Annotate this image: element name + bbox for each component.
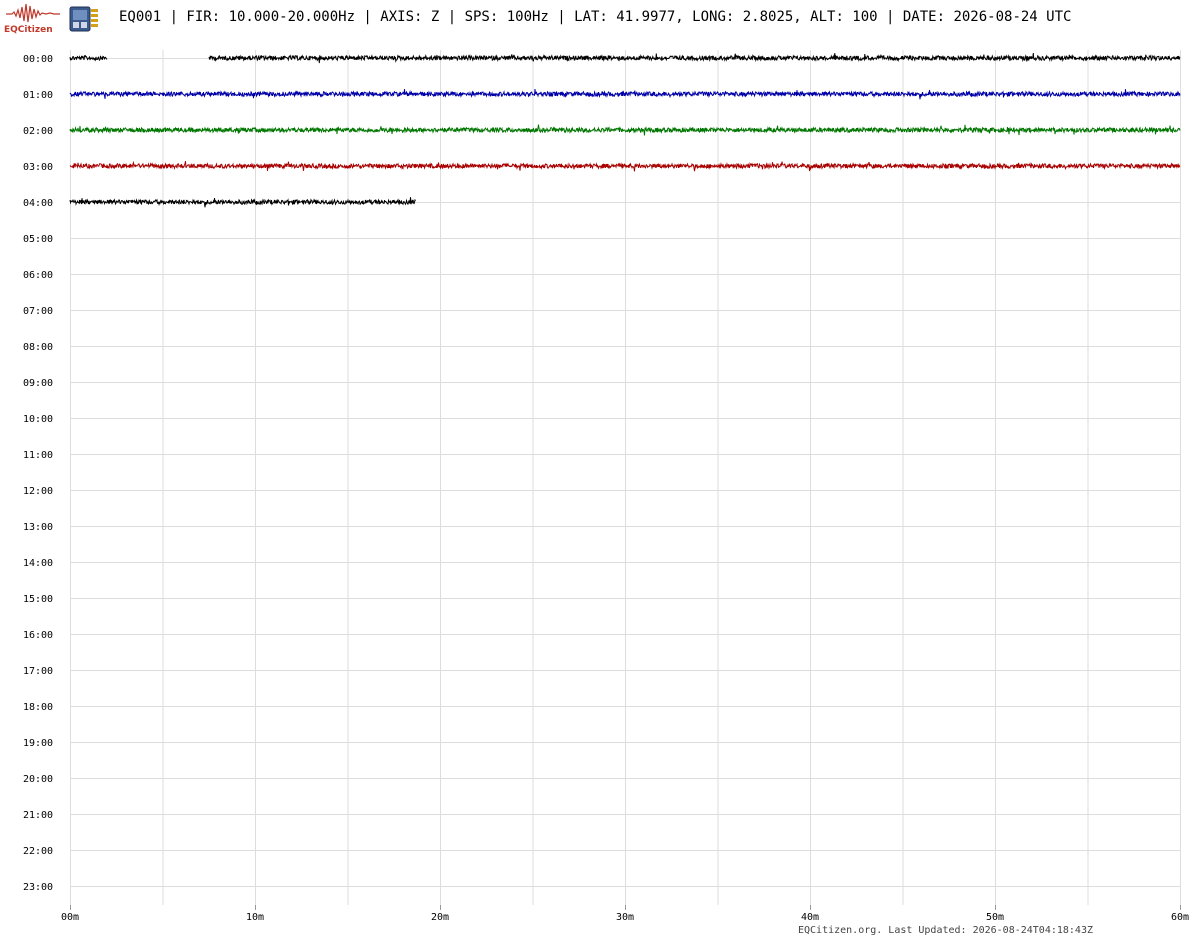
y-tick-label: 11:00: [23, 450, 53, 461]
y-tick-label: 19:00: [23, 738, 53, 749]
y-tick-label: 15:00: [23, 594, 53, 605]
y-tick-label: 09:00: [23, 378, 53, 389]
y-tick-label: 21:00: [23, 810, 53, 821]
y-tick-label: 04:00: [23, 198, 53, 209]
y-tick-label: 23:00: [23, 882, 53, 893]
y-tick-label: 18:00: [23, 702, 53, 713]
y-tick-label: 12:00: [23, 486, 53, 497]
seismic-trace: [69, 54, 108, 62]
y-tick-label: 16:00: [23, 630, 53, 641]
x-tick-label: 50m: [986, 912, 1004, 923]
y-tick-label: 22:00: [23, 846, 53, 857]
last-updated-footer: EQCitizen.org. Last Updated: 2026-08-24T…: [797, 925, 1093, 936]
y-tick-label: 08:00: [23, 342, 53, 353]
x-tick-label: 20m: [431, 912, 449, 923]
x-tick-label: 30m: [616, 912, 634, 923]
y-tick-label: 02:00: [23, 126, 53, 137]
y-tick-label: 00:00: [23, 54, 53, 65]
y-tick-label: 13:00: [23, 522, 53, 533]
y-tick-label: 14:00: [23, 558, 53, 569]
y-tick-label: 17:00: [23, 666, 53, 677]
x-tick-label: 10m: [246, 912, 264, 923]
x-tick-label: 60m: [1171, 912, 1189, 923]
x-tick-label: 40m: [801, 912, 819, 923]
y-tick-label: 06:00: [23, 270, 53, 281]
x-tick-label: 00m: [61, 912, 79, 923]
seismic-trace: [208, 53, 1181, 64]
y-tick-label: 20:00: [23, 774, 53, 785]
y-tick-label: 05:00: [23, 234, 53, 245]
y-tick-label: 10:00: [23, 414, 53, 425]
y-tick-label: 03:00: [23, 162, 53, 173]
helicorder-chart: 00:00 01:00 02:00 03:00 04:00 05:00 06:00 07:00…: [23, 50, 1189, 923]
y-tick-label: 01:00: [23, 90, 53, 101]
y-tick-label: 07:00: [23, 306, 53, 317]
